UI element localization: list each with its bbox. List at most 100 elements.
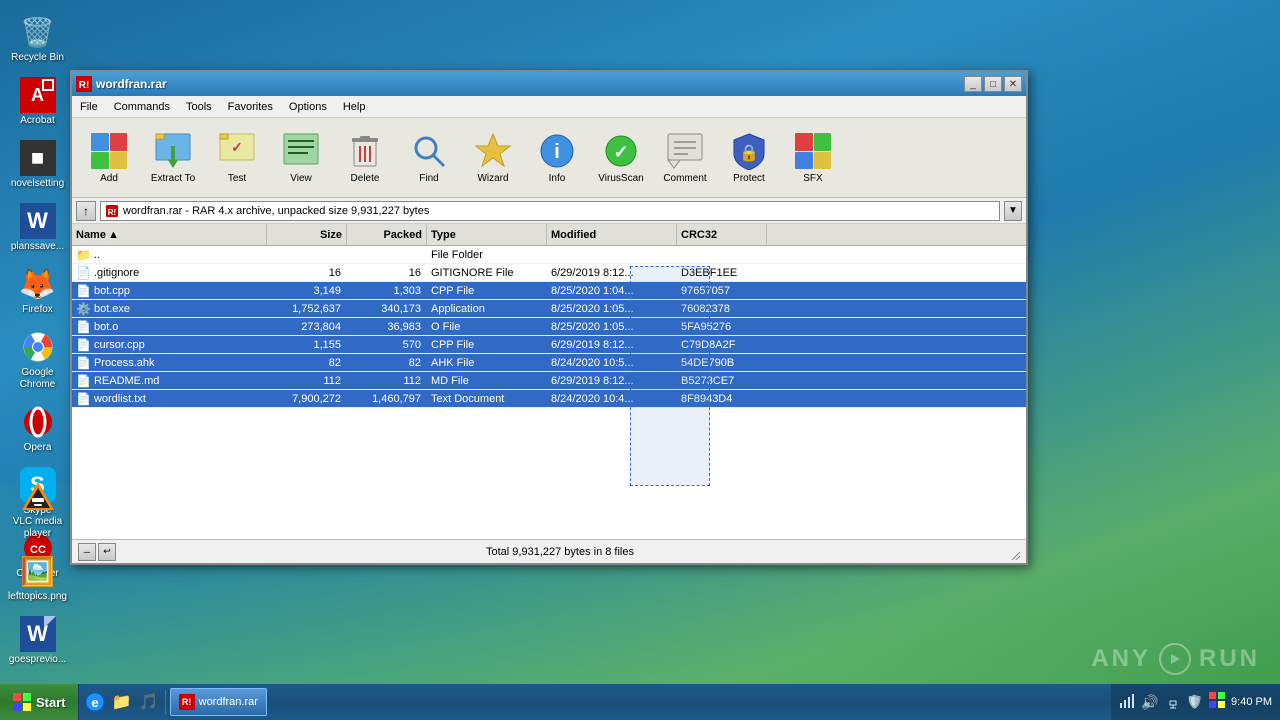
status-info-button[interactable]: ↩: [98, 543, 116, 561]
file-packed: 340,173: [347, 303, 427, 315]
column-modified[interactable]: Modified: [547, 224, 677, 245]
file-modified: 8/25/2020 1:05...: [547, 321, 677, 333]
table-row[interactable]: 📄 bot.o 273,804 36,983 O File 8/25/2020 …: [72, 318, 1026, 336]
toolbar-find-button[interactable]: Find: [398, 122, 460, 194]
toolbar-info-button[interactable]: i Info: [526, 122, 588, 194]
column-type[interactable]: Type: [427, 224, 547, 245]
file-crc: 5FA95276: [677, 321, 767, 333]
test-label: Test: [228, 173, 246, 184]
table-row[interactable]: 📄 .gitignore 16 16 GITIGNORE File 6/29/2…: [72, 264, 1026, 282]
toolbar-add-button[interactable]: Add: [78, 122, 140, 194]
close-button[interactable]: ✕: [1004, 76, 1022, 92]
toolbar-comment-button[interactable]: Comment: [654, 122, 716, 194]
file-list-body[interactable]: 📁 .. File Folder 📄 .gitignore 16: [72, 246, 1026, 539]
desktop-icon-goesprevio[interactable]: W goesprevio...: [5, 612, 70, 670]
desktop-icon-chrome[interactable]: Google Chrome: [5, 325, 70, 395]
status-minimize-button[interactable]: ─: [78, 543, 96, 561]
winrar-window: R! wordfran.rar _ □ ✕ File Commands Tool…: [70, 70, 1028, 565]
sort-asc-icon: ▲: [108, 229, 119, 241]
file-name: ⚙️ bot.exe: [72, 302, 267, 316]
goesprevio-label: goesprevio...: [9, 654, 66, 666]
desktop-icon-vlc[interactable]: VLC media player: [5, 474, 70, 544]
desktop-icon-notepad[interactable]: ■ novelsetting: [5, 136, 70, 194]
winrar-taskbar-icon: R!: [179, 694, 195, 710]
toolbar-test-button[interactable]: ✓ Test: [206, 122, 268, 194]
file-modified: 6/29/2019 8:12...: [547, 267, 677, 279]
toolbar-wizard-button[interactable]: Wizard: [462, 122, 524, 194]
menu-options[interactable]: Options: [281, 99, 335, 115]
menu-commands[interactable]: Commands: [106, 99, 178, 115]
toolbar-view-button[interactable]: View: [270, 122, 332, 194]
address-path-text: wordfran.rar - RAR 4.x archive, unpacked…: [123, 205, 429, 217]
taskbar-winrar-item[interactable]: R! wordfran.rar: [170, 688, 267, 716]
desktop-icon-opera[interactable]: Opera: [5, 400, 70, 458]
start-button[interactable]: Start: [0, 684, 79, 720]
tray-network-icon[interactable]: [1119, 693, 1135, 712]
table-row[interactable]: 📄 cursor.cpp 1,155 570 CPP File 6/29/201…: [72, 336, 1026, 354]
toolbar-extract-button[interactable]: Extract To: [142, 122, 204, 194]
file-modified: 8/24/2020 10:4...: [547, 393, 677, 405]
tray-security-icon[interactable]: 🛡️: [1187, 694, 1203, 710]
menu-favorites[interactable]: Favorites: [220, 99, 281, 115]
address-dropdown-button[interactable]: ▼: [1004, 201, 1022, 221]
file-size: 16: [267, 267, 347, 279]
file-crc: 76082378: [677, 303, 767, 315]
quicklaunch-folder[interactable]: 📁: [110, 690, 134, 714]
acrobat-icon: A: [20, 77, 56, 113]
tray-network2-icon[interactable]: [1165, 693, 1181, 712]
desktop-icon-firefox[interactable]: 🦊 Firefox: [5, 262, 70, 320]
table-row[interactable]: 📁 .. File Folder: [72, 246, 1026, 264]
file-icon: 📄: [76, 266, 91, 280]
toolbar-protect-button[interactable]: 🔒 Protect: [718, 122, 780, 194]
minimize-button[interactable]: _: [964, 76, 982, 92]
file-name: 📄 bot.cpp: [72, 284, 267, 298]
tray-volume-icon[interactable]: 🔊: [1141, 694, 1158, 711]
clock-time: 9:40 PM: [1231, 696, 1272, 708]
file-crc: 54DE790B: [677, 357, 767, 369]
tray-windows-icon[interactable]: [1209, 692, 1225, 713]
window-controls: _ □ ✕: [964, 76, 1022, 92]
navigate-up-button[interactable]: ↑: [76, 201, 96, 221]
desktop-icon-recycle-bin[interactable]: 🗑️ Recycle Bin: [5, 10, 70, 68]
table-row[interactable]: 📄 Process.ahk 82 82 AHK File 8/24/2020 1…: [72, 354, 1026, 372]
extract-icon: [153, 131, 193, 171]
taskbar-item-label: wordfran.rar: [199, 696, 258, 708]
quicklaunch-ie[interactable]: e: [83, 690, 107, 714]
opera-label: Opera: [24, 442, 52, 454]
table-row[interactable]: ⚙️ bot.exe 1,752,637 340,173 Application…: [72, 300, 1026, 318]
status-resize-handle[interactable]: [1004, 544, 1020, 560]
notepad-icon: ■: [20, 140, 56, 176]
desktop-icon-acrobat[interactable]: A Acrobat: [5, 73, 70, 131]
start-label: Start: [36, 695, 66, 710]
svg-text:✓: ✓: [613, 142, 628, 162]
menu-help[interactable]: Help: [335, 99, 374, 115]
file-type: File Folder: [427, 249, 547, 261]
status-buttons: ─ ↩: [78, 543, 116, 561]
toolbar-virusscan-button[interactable]: ✓ VirusScan: [590, 122, 652, 194]
table-row[interactable]: 📄 bot.cpp 3,149 1,303 CPP File 8/25/2020…: [72, 282, 1026, 300]
vlc-icon: [20, 478, 56, 514]
column-crc32[interactable]: CRC32: [677, 224, 767, 245]
toolbar-delete-button[interactable]: Delete: [334, 122, 396, 194]
acrobat-label: Acrobat: [20, 115, 54, 127]
quicklaunch-media[interactable]: 🎵: [137, 690, 161, 714]
word-label: planssave...: [11, 241, 64, 253]
column-packed[interactable]: Packed: [347, 224, 427, 245]
svg-text:e: e: [91, 695, 98, 710]
menu-file[interactable]: File: [72, 99, 106, 115]
column-name[interactable]: Name ▲: [72, 224, 267, 245]
file-packed: 1,303: [347, 285, 427, 297]
column-size[interactable]: Size: [267, 224, 347, 245]
system-clock[interactable]: 9:40 PM: [1231, 696, 1272, 708]
desktop-icon-lefttopics[interactable]: 🖼️ lefttopics.png: [5, 549, 70, 607]
restore-button[interactable]: □: [984, 76, 1002, 92]
toolbar-sfx-button[interactable]: SFX: [782, 122, 844, 194]
table-row[interactable]: 📄 wordlist.txt 7,900,272 1,460,797 Text …: [72, 390, 1026, 408]
menu-tools[interactable]: Tools: [178, 99, 220, 115]
desktop-icon-word[interactable]: W planssave...: [5, 199, 70, 257]
status-bar: ─ ↩ Total 9,931,227 bytes in 8 files: [72, 539, 1026, 563]
table-row[interactable]: 📄 README.md 112 112 MD File 6/29/2019 8:…: [72, 372, 1026, 390]
svg-text:i: i: [554, 141, 560, 163]
file-size: 3,149: [267, 285, 347, 297]
file-name: 📄 README.md: [72, 374, 267, 388]
